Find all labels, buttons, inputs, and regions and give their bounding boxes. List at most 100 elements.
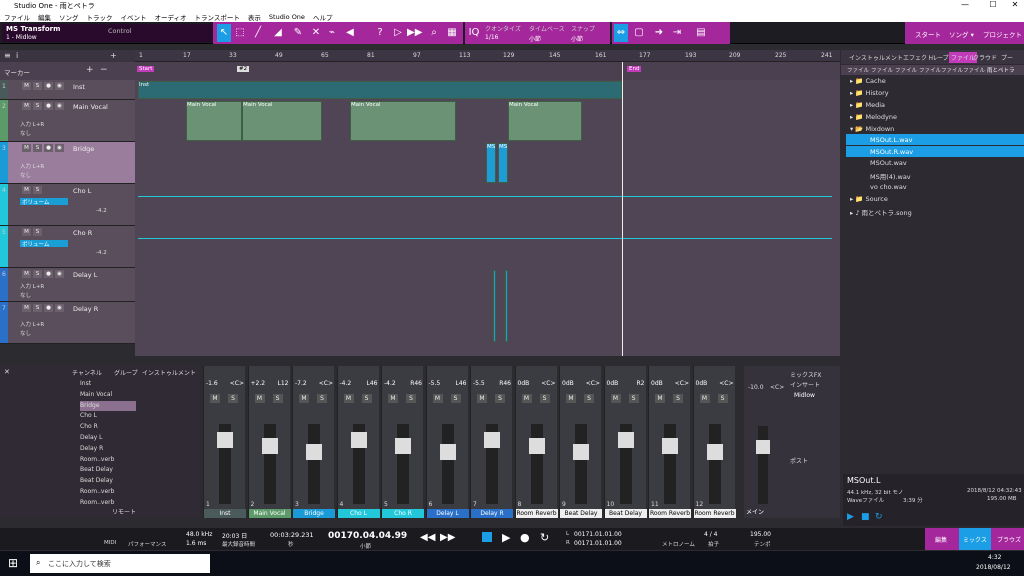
mute-button[interactable]: M	[610, 394, 621, 403]
track-output[interactable]: なし	[20, 329, 31, 337]
monitor-button[interactable]: ◉	[55, 82, 64, 90]
paint-tool-icon[interactable]: ✎	[291, 24, 305, 42]
time-display[interactable]: 00:03:29.231	[270, 531, 314, 539]
mute-button[interactable]: M	[22, 228, 31, 236]
fader-cap[interactable]	[439, 444, 456, 460]
split-tool-icon[interactable]: ╱	[251, 24, 265, 42]
rewind-icon[interactable]: ◀◀	[420, 532, 435, 543]
strip-volume[interactable]: 0dB <C>	[518, 380, 556, 390]
solo-button[interactable]: S	[628, 394, 639, 403]
mute-button[interactable]: M	[699, 394, 710, 403]
add-marker-icon[interactable]: +	[86, 65, 94, 75]
track-header-inst[interactable]: 1 M S ● ◉ Inst	[0, 80, 135, 100]
arrow-tool-icon[interactable]: ↖	[217, 24, 231, 42]
fader-track[interactable]	[441, 424, 454, 504]
listen-tool-icon[interactable]: ◀	[343, 24, 357, 42]
mute-button[interactable]: M	[388, 394, 398, 403]
solo-button[interactable]: S	[272, 394, 283, 403]
grid-icon[interactable]: ▦	[445, 24, 459, 42]
file-msout-l[interactable]: MSOut.L.wav	[846, 134, 1024, 145]
monitor-button[interactable]: ◉	[55, 270, 64, 278]
menu-view[interactable]: 表示	[248, 12, 261, 22]
folder-history[interactable]: ▸ 📁 History	[850, 89, 889, 97]
strip-volume[interactable]: +2.2 L12	[251, 380, 289, 390]
left-locator[interactable]: 00171.01.01.00	[574, 531, 622, 538]
record-button[interactable]: ●	[44, 304, 53, 312]
fader-cap[interactable]	[706, 444, 723, 460]
record-icon[interactable]: ●	[520, 531, 530, 544]
fader-cap[interactable]	[484, 432, 500, 448]
marker-end[interactable]: End	[627, 66, 642, 72]
solo-button[interactable]: S	[33, 102, 42, 110]
record-button[interactable]: ●	[44, 144, 53, 152]
mute-button[interactable]: M	[521, 394, 532, 403]
mute-tool-icon[interactable]: ✕	[309, 24, 323, 42]
solo-button[interactable]: S	[539, 394, 550, 403]
close-icon[interactable]: ✕	[4, 368, 10, 376]
solo-button[interactable]: S	[673, 394, 683, 403]
play-preview-icon[interactable]: ▶	[847, 512, 854, 522]
track-header-delay-r[interactable]: 7 M S ● ◉ Delay R 入力 L+R なし	[0, 302, 135, 344]
folder-melodyne[interactable]: ▸ 📁 Melodyne	[850, 113, 897, 121]
fader-cap[interactable]	[617, 432, 634, 448]
list-item[interactable]: Delay L	[80, 433, 136, 444]
tab-pool[interactable]: プー	[1001, 53, 1013, 62]
track-input[interactable]: 入力 L+R	[20, 162, 44, 170]
help-icon[interactable]: ?	[373, 24, 387, 42]
tab-loops[interactable]: ループ	[931, 53, 949, 62]
list-item[interactable]: Beat Delay	[80, 465, 136, 476]
right-locator[interactable]: 00171.01.01.00	[574, 540, 622, 547]
taskbar-search[interactable]: ⌕ ここに入力して検索	[30, 554, 210, 573]
main-volume[interactable]: -10.0	[748, 384, 764, 391]
browse-view-button[interactable]: ブラウズ	[997, 535, 1021, 544]
edit-view-button[interactable]: 編集	[935, 535, 947, 544]
tab-cloud[interactable]: クラウド	[973, 53, 997, 62]
main-fader-cap[interactable]	[756, 440, 770, 454]
metronome-label[interactable]: メトロノーム	[662, 540, 695, 548]
fader-track[interactable]	[530, 424, 543, 504]
mute-button[interactable]: M	[566, 394, 576, 403]
info-icon[interactable]: i	[16, 51, 18, 60]
mix-fx-label[interactable]: ミックスFX	[790, 370, 821, 379]
insert-slot[interactable]: Midlow	[794, 392, 815, 399]
solo-button[interactable]: S	[33, 144, 42, 152]
breadcrumb[interactable]: ファイル	[871, 66, 893, 74]
folder-mixdown[interactable]: ▾ 📂 Mixdown	[850, 125, 894, 133]
range-tool-icon[interactable]: ⬚	[233, 24, 247, 42]
menu-track[interactable]: トラック	[87, 12, 113, 22]
clip-main-vocal[interactable]: Main Vocal	[350, 101, 456, 141]
quantize-icon[interactable]: IQ	[467, 24, 481, 42]
clip-main-vocal[interactable]: Main Vocal	[242, 101, 322, 141]
eraser-tool-icon[interactable]: ◢	[271, 24, 285, 42]
timebase-value[interactable]: 小節	[529, 34, 541, 43]
menu-help[interactable]: ヘルプ	[313, 12, 333, 22]
fader-cap[interactable]	[528, 438, 545, 454]
mute-button[interactable]: M	[22, 304, 31, 312]
solo-button[interactable]: S	[228, 394, 238, 403]
marker-2[interactable]: #2	[237, 66, 250, 72]
start-page-button[interactable]: スタート	[915, 29, 941, 39]
project-page-button[interactable]: プロジェクト	[983, 29, 1022, 39]
list-item[interactable]: Room..verb	[80, 455, 136, 466]
time-signature[interactable]: 4 / 4	[704, 531, 717, 538]
solo-button[interactable]: S	[33, 304, 42, 312]
mute-button[interactable]: M	[210, 394, 220, 403]
mute-button[interactable]: M	[254, 394, 265, 403]
folder-cache[interactable]: ▸ 📁 Cache	[850, 77, 886, 85]
playhead[interactable]	[622, 62, 623, 356]
post-label[interactable]: ポスト	[790, 456, 808, 465]
windows-start-icon[interactable]: ⊞	[8, 556, 18, 570]
mute-button[interactable]: M	[22, 144, 31, 152]
file-msout-r[interactable]: MSOut.R.wav	[846, 146, 1024, 157]
skip-forward-icon[interactable]: ▶▶	[407, 24, 422, 42]
tempo[interactable]: 195.00	[750, 531, 771, 538]
bend-tool-icon[interactable]: ⌁	[325, 24, 339, 42]
mute-button[interactable]: M	[655, 394, 665, 403]
autoscroll-icon[interactable]: ⇥	[670, 24, 684, 42]
clip-main-vocal[interactable]: Main Vocal	[186, 101, 242, 141]
file-song[interactable]: ▸ ♪ 雨とペトラ.song	[850, 207, 912, 217]
menu-transport[interactable]: トランスポート	[195, 12, 240, 22]
fader-cap[interactable]	[261, 438, 278, 454]
file-msout[interactable]: MSOut.wav	[870, 159, 907, 167]
mute-button[interactable]: M	[299, 394, 309, 403]
